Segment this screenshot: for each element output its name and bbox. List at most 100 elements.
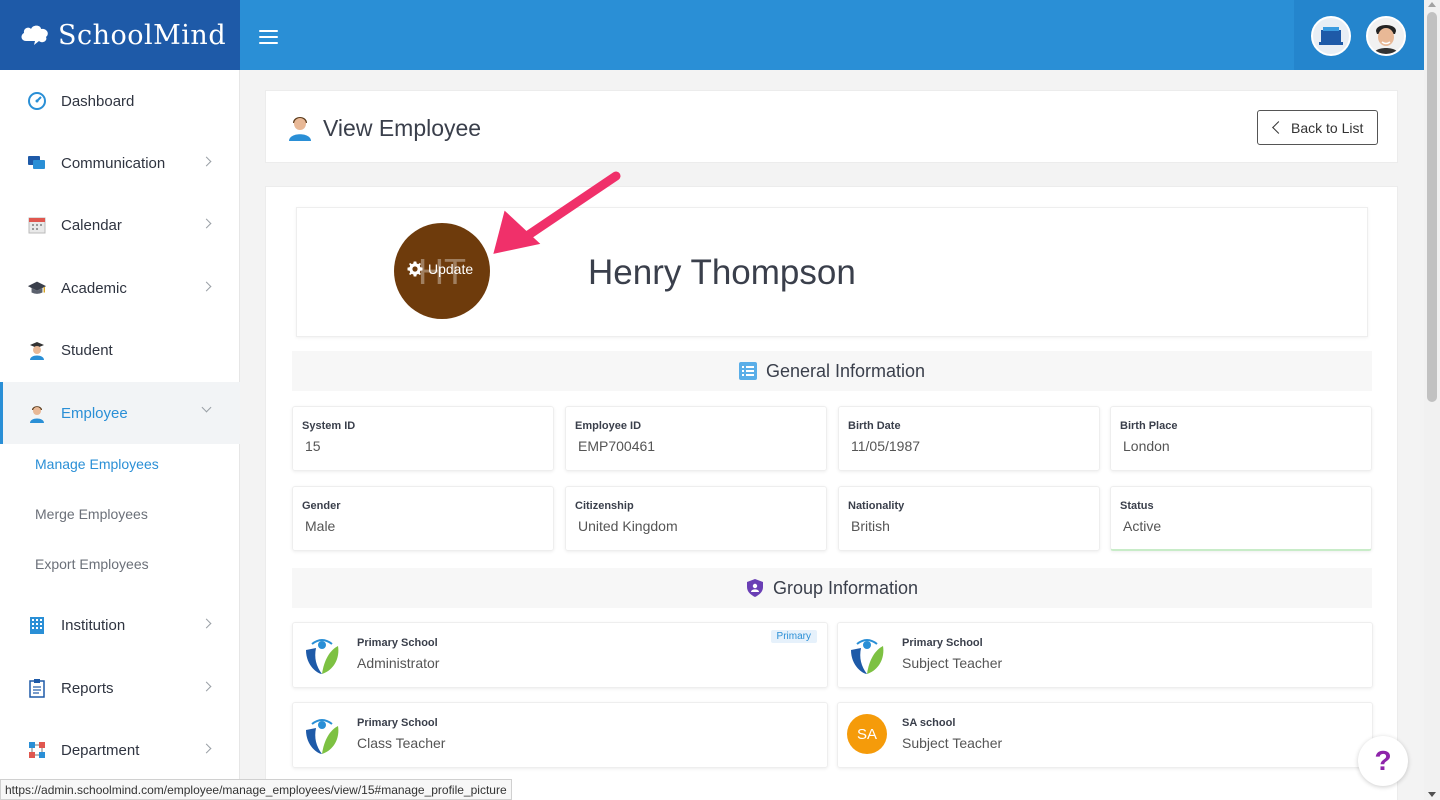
institution-avatar[interactable]	[1311, 16, 1351, 56]
sidebar-item-label: Calendar	[61, 216, 122, 234]
field-value: Active	[1123, 518, 1162, 534]
field-value: 15	[305, 438, 321, 454]
sidebar-item-label: Communication	[61, 154, 166, 172]
profile-section: HT Update Henry Thompson	[296, 207, 1368, 337]
user-area	[1294, 0, 1424, 70]
chat-icon	[27, 153, 47, 173]
back-to-list-label: Back to List	[1291, 119, 1364, 136]
school-logo-icon	[306, 639, 339, 674]
field-birth-place: Birth Place London	[1110, 406, 1372, 471]
brand-name: SchoolMind	[58, 19, 227, 51]
school-logo-icon	[851, 639, 884, 674]
sidebar-item-label: Department	[61, 741, 140, 759]
group-card: Primary School Administrator Primary	[292, 622, 828, 688]
chevron-right-icon	[201, 281, 212, 292]
field-label: Gender	[302, 500, 341, 512]
field-label: System ID	[302, 420, 356, 432]
group-school: SA school	[902, 717, 956, 729]
group-role: Class Teacher	[357, 735, 446, 751]
group-school: Primary School	[902, 637, 983, 649]
primary-badge: Primary	[770, 630, 817, 643]
field-value: Male	[305, 518, 336, 534]
chevron-right-icon	[201, 618, 212, 629]
top-bar: SchoolMind	[0, 0, 1424, 70]
employee-icon	[27, 403, 47, 423]
group-role: Subject Teacher	[902, 655, 1003, 671]
sidebar-item-student[interactable]: Student	[0, 319, 240, 381]
help-button[interactable]: ?	[1358, 736, 1408, 786]
sidebar-item-employee[interactable]: Employee	[0, 382, 240, 444]
status-bar-url: https://admin.schoolmind.com/employee/ma…	[0, 779, 512, 800]
book-icon	[1319, 27, 1343, 45]
department-icon	[27, 740, 47, 760]
sidebar-item-calendar[interactable]: Calendar	[0, 194, 240, 256]
sidebar-item-institution[interactable]: Institution	[0, 594, 240, 656]
group-card: Primary School Subject Teacher	[837, 622, 1373, 688]
sidebar-item-department[interactable]: Department	[0, 719, 240, 781]
chevron-right-icon	[201, 681, 212, 692]
sidebar-item-label: Academic	[61, 279, 127, 297]
field-birth-date: Birth Date 11/05/1987	[838, 406, 1100, 471]
user-photo-icon	[1368, 18, 1404, 54]
back-to-list-button[interactable]: Back to List	[1257, 110, 1378, 145]
clipboard-icon	[27, 678, 47, 698]
field-label: Status	[1120, 500, 1154, 512]
field-system-id: System ID 15	[292, 406, 554, 471]
scrollbar-thumb[interactable]	[1427, 12, 1437, 402]
field-label: Nationality	[848, 500, 905, 512]
shield-icon	[746, 579, 763, 597]
sidebar-item-label: Employee	[61, 404, 128, 422]
sidebar: Dashboard Communication Calendar Academi…	[0, 70, 240, 800]
list-icon	[738, 362, 757, 380]
chevron-left-icon	[1272, 121, 1285, 134]
dashboard-icon	[27, 91, 47, 111]
group-card: Primary School Class Teacher	[292, 702, 828, 768]
group-information-header: Group Information	[292, 568, 1372, 608]
chevron-down-icon	[201, 402, 212, 413]
field-value: 11/05/1987	[851, 438, 921, 454]
chevron-right-icon	[201, 743, 212, 754]
chevron-right-icon	[201, 218, 212, 229]
student-icon	[27, 340, 47, 360]
brand-logo[interactable]: SchoolMind	[0, 0, 240, 70]
brain-logo-icon	[21, 25, 48, 45]
page-header: View Employee Back to List	[265, 90, 1398, 163]
annotation-arrow-icon	[493, 171, 621, 254]
group-school: Primary School	[357, 717, 438, 729]
school-logo-icon	[306, 719, 339, 754]
scroll-down-arrow-icon[interactable]	[1428, 792, 1436, 797]
sidebar-item-academic[interactable]: Academic	[0, 257, 240, 319]
sidebar-item-reports[interactable]: Reports	[0, 657, 240, 719]
section-title: General Information	[765, 360, 926, 381]
sidebar-subitem-merge-employees[interactable]: Merge Employees	[35, 506, 148, 522]
employee-title-icon	[289, 117, 311, 141]
field-nationality: Nationality British	[838, 486, 1100, 551]
group-card: SA SA school Subject Teacher	[837, 702, 1373, 768]
page-scrollbar[interactable]	[1424, 0, 1440, 800]
update-label: Update	[428, 261, 474, 277]
sidebar-item-label: Institution	[61, 616, 126, 634]
field-label: Employee ID	[575, 420, 642, 432]
sidebar-subitem-export-employees[interactable]: Export Employees	[35, 556, 149, 572]
field-value: British	[851, 518, 890, 534]
field-label: Birth Place	[1120, 420, 1178, 432]
sidebar-subitem-manage-employees[interactable]: Manage Employees	[35, 456, 159, 472]
sidebar-item-dashboard[interactable]: Dashboard	[0, 70, 240, 132]
field-employee-id: Employee ID EMP700461	[565, 406, 827, 471]
field-gender: Gender Male	[292, 486, 554, 551]
group-role: Subject Teacher	[902, 735, 1003, 751]
menu-toggle-icon[interactable]	[259, 30, 278, 44]
group-school: Primary School	[357, 637, 438, 649]
sidebar-item-communication[interactable]: Communication	[0, 132, 240, 194]
chevron-right-icon	[201, 156, 212, 167]
sidebar-item-label: Student	[61, 341, 113, 359]
field-value: United Kingdom	[578, 518, 678, 534]
section-title: Group Information	[772, 577, 919, 598]
user-avatar[interactable]	[1366, 16, 1406, 56]
update-picture-button[interactable]: Update	[407, 261, 473, 277]
calendar-icon	[27, 215, 47, 235]
scroll-up-arrow-icon[interactable]	[1428, 2, 1436, 7]
graduation-cap-icon	[27, 278, 47, 298]
school-initials-avatar: SA	[847, 714, 887, 754]
profile-avatar[interactable]: HT Update	[394, 223, 490, 319]
